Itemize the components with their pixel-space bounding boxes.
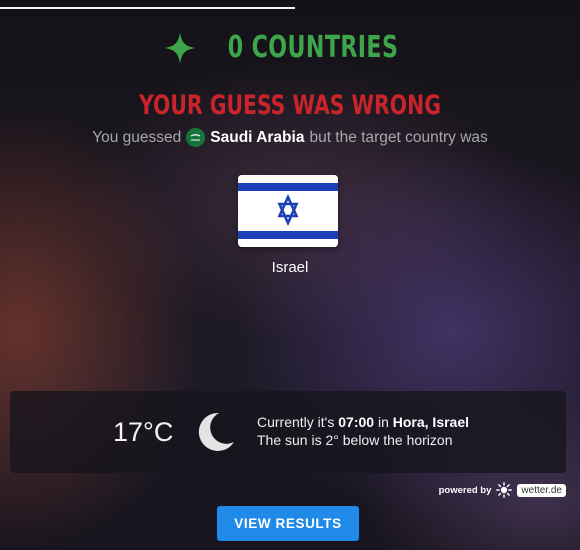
- streak-header: 0 COUNTRIES: [0, 30, 580, 65]
- powered-by-label: powered by: [438, 484, 492, 496]
- time-mid: in: [377, 414, 389, 430]
- location: Hora, Israel: [392, 414, 470, 430]
- guess-prefix: You guessed: [92, 128, 182, 146]
- target-country: Israel: [271, 259, 309, 276]
- guessed-country: Saudi Arabia: [210, 128, 305, 146]
- temperature: 17°C: [113, 417, 174, 447]
- time-prefix: Currently it's: [257, 414, 335, 430]
- result-title: YOUR GUESS WAS WRONG: [139, 90, 441, 121]
- sun-icon: [496, 482, 513, 498]
- guess-summary: You guessed Saudi Arabia but the target …: [0, 128, 580, 147]
- sun-position: The sun is 2° below the horizon: [257, 432, 453, 448]
- weather-panel: 17°C Currently it's 07:00 in Hora, Israe…: [10, 391, 566, 473]
- streak-count: 0 COUNTRIES: [227, 30, 399, 65]
- view-results-button[interactable]: VIEW RESULTS: [217, 506, 359, 541]
- weather-details: Currently it's 07:00 in Hora, Israel The…: [257, 413, 469, 449]
- wetter-logo: wetter.de: [517, 483, 566, 497]
- israel-flag: [238, 175, 338, 247]
- current-time-line: Currently it's 07:00 in Hora, Israel: [257, 413, 469, 431]
- moon-icon: [198, 412, 234, 451]
- guess-suffix: but the target country was: [309, 128, 488, 146]
- local-time: 07:00: [338, 414, 375, 430]
- sparkle-icon: [163, 31, 196, 64]
- saudi-arabia-flag-icon: [186, 128, 206, 147]
- powered-by[interactable]: powered by wetter.de: [439, 482, 566, 498]
- progress-line: [0, 7, 295, 9]
